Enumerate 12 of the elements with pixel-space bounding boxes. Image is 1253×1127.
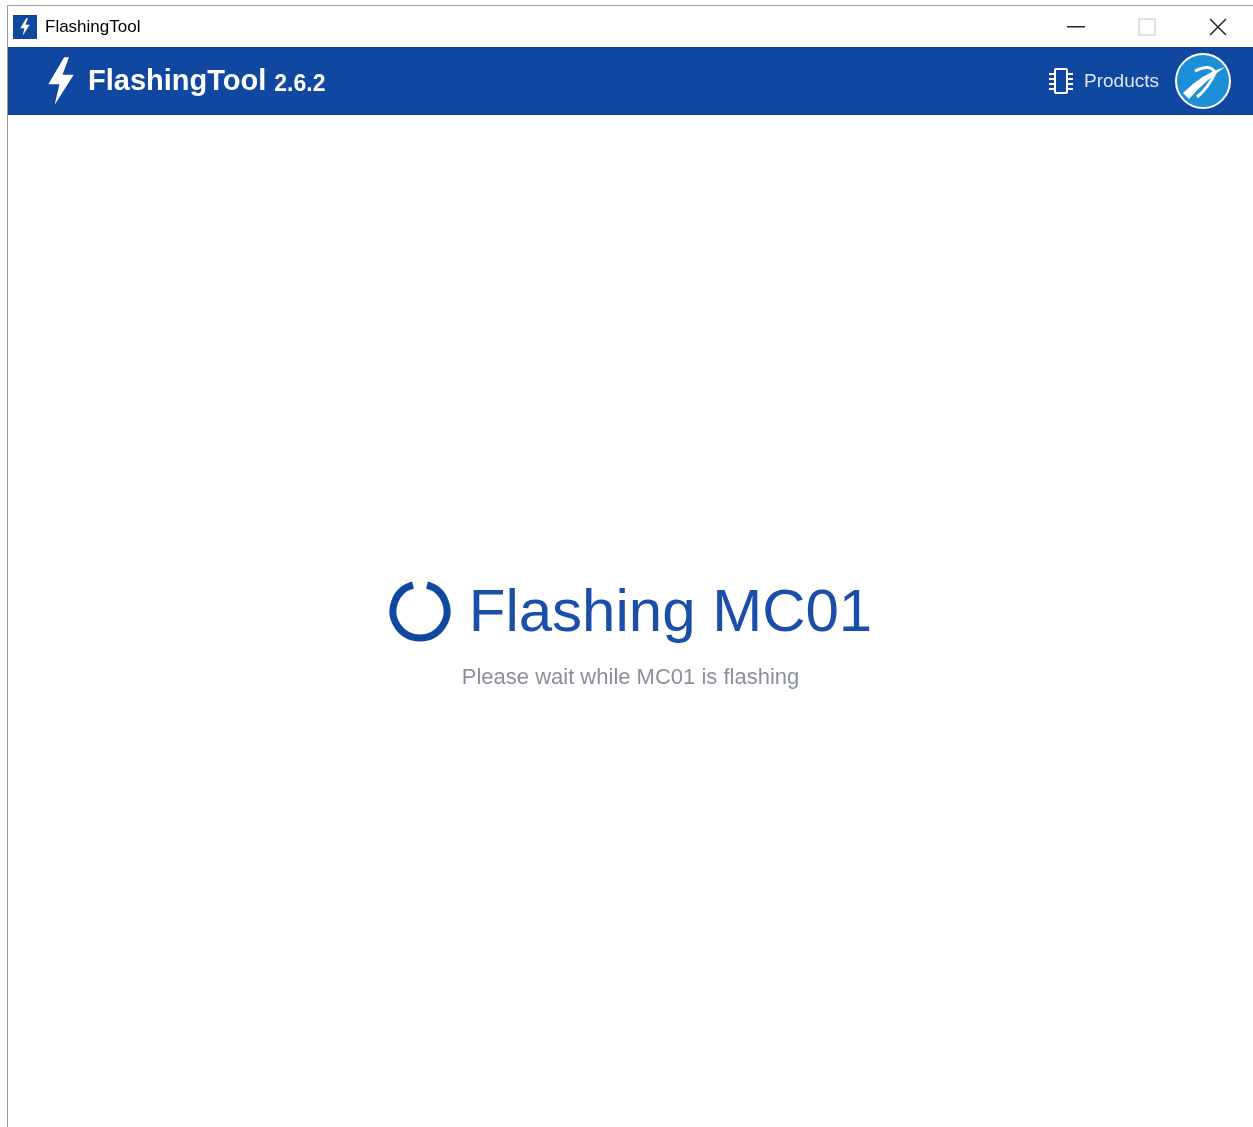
status-message: Please wait while MC01 is flashing [461,662,800,691]
products-link[interactable]: Products [1048,66,1159,96]
app-name: FlashingTool [88,63,267,99]
maximize-icon [1138,17,1156,36]
minimize-icon [1067,25,1085,28]
app-icon [13,14,37,39]
chip-icon [1048,67,1074,95]
close-icon [1209,17,1227,36]
window-title: FlashingTool [45,15,141,38]
status-title: Flashing MC01 [468,580,873,641]
app-version: 2.6.2 [274,68,326,98]
spinner-icon [388,579,451,642]
